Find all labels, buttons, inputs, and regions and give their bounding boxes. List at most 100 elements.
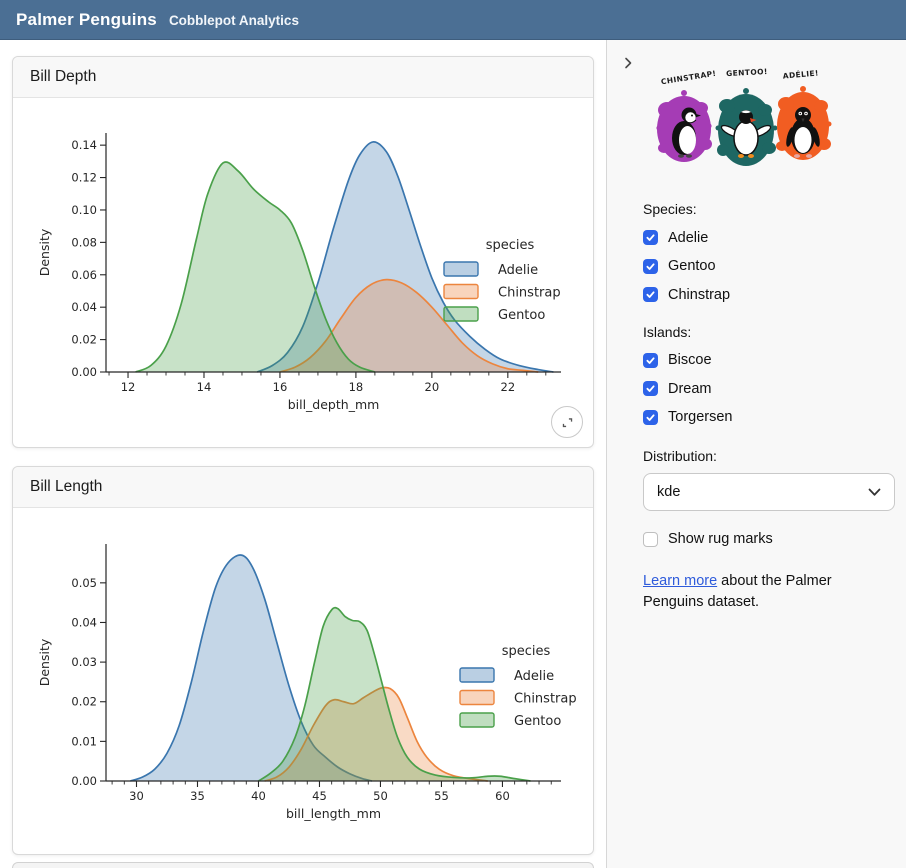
bill-length-kde-chart: 30 35 40 45 50 55 60 0.00 0.01 0.02 0.03 0.04 0.05 bi… [13, 508, 593, 856]
svg-text:Chinstrap: Chinstrap [498, 286, 561, 301]
distribution-label: Distribution: [643, 448, 895, 464]
svg-text:bill_length_mm: bill_length_mm [286, 806, 381, 821]
species-label-chinstrap: Chinstrap [668, 287, 730, 303]
header-bar: Palmer Penguins Cobblepot Analytics [0, 0, 906, 40]
rug-checkbox-row[interactable]: Show rug marks [643, 531, 895, 547]
rug-checkbox[interactable] [643, 532, 658, 547]
check-icon [645, 383, 656, 394]
svg-text:species: species [502, 644, 551, 659]
svg-text:Adelie: Adelie [514, 669, 554, 684]
species-option-chinstrap[interactable]: Chinstrap [643, 287, 895, 303]
species-option-gentoo[interactable]: Gentoo [643, 258, 895, 274]
svg-text:35: 35 [190, 789, 205, 803]
card-bill-length-body: 30 35 40 45 50 55 60 0.00 0.01 0.02 0.03 0.04 0.05 bi… [13, 508, 593, 856]
svg-text:45: 45 [312, 789, 327, 803]
distribution-selected-value: kde [657, 484, 680, 500]
svg-text:18: 18 [349, 380, 364, 394]
distribution-select[interactable]: kde [643, 473, 895, 511]
svg-text:20: 20 [425, 380, 440, 394]
check-icon [645, 355, 656, 366]
sidebar-collapse-button[interactable] [618, 53, 638, 76]
svg-text:Density: Density [37, 638, 52, 686]
partial-card-edge [12, 862, 594, 868]
species-label-gentoo: Gentoo [668, 258, 716, 274]
penguins-artwork: CHINSTRAP! GENTOO! ADÉLIE! [651, 66, 835, 170]
svg-text:0.02: 0.02 [71, 695, 97, 709]
card-bill-length-title: Bill Length [30, 478, 102, 496]
svg-text:0.10: 0.10 [71, 203, 97, 217]
svg-text:50: 50 [373, 789, 388, 803]
species-label-adelie: Adelie [668, 230, 708, 246]
svg-text:0.04: 0.04 [71, 300, 97, 314]
svg-text:0.04: 0.04 [71, 615, 97, 629]
species-checkbox-gentoo[interactable] [643, 259, 658, 274]
svg-text:60: 60 [495, 789, 510, 803]
islands-label-dream: Dream [668, 381, 712, 397]
layout: Bill Depth 12 14 16 18 20 22 0.00 0.02 0.04 0.06 0… [0, 40, 906, 868]
expand-chart-button[interactable] [551, 406, 583, 438]
islands-checkbox-torgersen[interactable] [643, 410, 658, 425]
svg-text:0.12: 0.12 [71, 171, 97, 185]
dataset-note: Learn more about the Palmer Penguins dat… [643, 571, 895, 613]
card-bill-length: Bill Length 30 35 40 45 50 55 60 0.00 0.01 0.02 0.… [12, 466, 594, 855]
app-subtitle: Cobblepot Analytics [169, 13, 299, 28]
card-bill-depth: Bill Depth 12 14 16 18 20 22 0.00 0.02 0.04 0.06 0… [12, 56, 594, 448]
sidebar: CHINSTRAP! GENTOO! ADÉLIE! [606, 40, 906, 868]
islands-option-dream[interactable]: Dream [643, 381, 895, 397]
svg-text:22: 22 [501, 380, 516, 394]
svg-text:14: 14 [197, 380, 212, 394]
check-icon [645, 289, 656, 300]
species-checkbox-group: Adelie Gentoo Chinstrap [643, 230, 895, 303]
species-checkbox-chinstrap[interactable] [643, 287, 658, 302]
svg-text:Adelie: Adelie [498, 263, 538, 278]
islands-checkbox-dream[interactable] [643, 381, 658, 396]
artwork-label-gentoo: GENTOO! [726, 67, 768, 78]
card-bill-depth-title: Bill Depth [30, 68, 96, 86]
islands-checkbox-biscoe[interactable] [643, 353, 658, 368]
islands-checkbox-group: Biscoe Dream Torgersen [643, 352, 895, 425]
app-root: Palmer Penguins Cobblepot Analytics Bill… [0, 0, 906, 868]
species-checkbox-adelie[interactable] [643, 230, 658, 245]
svg-text:0.03: 0.03 [71, 655, 97, 669]
islands-label-biscoe: Biscoe [668, 352, 712, 368]
main-content: Bill Depth 12 14 16 18 20 22 0.00 0.02 0.04 0.06 0… [0, 40, 606, 868]
islands-option-biscoe[interactable]: Biscoe [643, 352, 895, 368]
rug-checkbox-label: Show rug marks [668, 531, 773, 547]
svg-text:16: 16 [273, 380, 288, 394]
svg-text:0.08: 0.08 [71, 235, 97, 249]
check-icon [645, 232, 656, 243]
svg-text:0.05: 0.05 [71, 576, 97, 590]
svg-text:0.14: 0.14 [71, 138, 97, 152]
svg-text:40: 40 [251, 789, 266, 803]
svg-text:12: 12 [121, 380, 136, 394]
svg-text:Gentoo: Gentoo [498, 308, 545, 323]
svg-text:species: species [486, 238, 535, 253]
svg-text:0.06: 0.06 [71, 268, 97, 282]
card-bill-depth-body: 12 14 16 18 20 22 0.00 0.02 0.04 0.06 0.08 0.10 0.12… [13, 98, 593, 449]
svg-text:0.00: 0.00 [71, 365, 97, 379]
svg-text:Gentoo: Gentoo [514, 714, 561, 729]
species-group-label: Species: [643, 201, 895, 217]
svg-text:0.01: 0.01 [71, 734, 97, 748]
species-option-adelie[interactable]: Adelie [643, 230, 895, 246]
check-icon [645, 261, 656, 272]
svg-text:30: 30 [129, 789, 144, 803]
islands-option-torgersen[interactable]: Torgersen [643, 409, 895, 425]
app-title: Palmer Penguins [16, 0, 157, 39]
card-bill-length-header: Bill Length [13, 467, 593, 508]
svg-text:0.00: 0.00 [71, 774, 97, 788]
bill-depth-kde-chart: 12 14 16 18 20 22 0.00 0.02 0.04 0.06 0.08 0.10 0.12… [13, 98, 593, 449]
expand-icon [560, 415, 575, 430]
artwork-label-adelie: ADÉLIE! [782, 68, 819, 80]
islands-group-label: Islands: [643, 324, 895, 340]
chevron-right-icon [620, 55, 636, 71]
islands-label-torgersen: Torgersen [668, 409, 732, 425]
learn-more-link[interactable]: Learn more [643, 573, 717, 589]
svg-text:Chinstrap: Chinstrap [514, 692, 577, 707]
svg-text:0.02: 0.02 [71, 333, 97, 347]
card-bill-depth-header: Bill Depth [13, 57, 593, 98]
artwork-label-chinstrap: CHINSTRAP! [660, 69, 717, 87]
check-icon [645, 412, 656, 423]
svg-text:55: 55 [434, 789, 449, 803]
svg-text:Density: Density [37, 228, 52, 276]
